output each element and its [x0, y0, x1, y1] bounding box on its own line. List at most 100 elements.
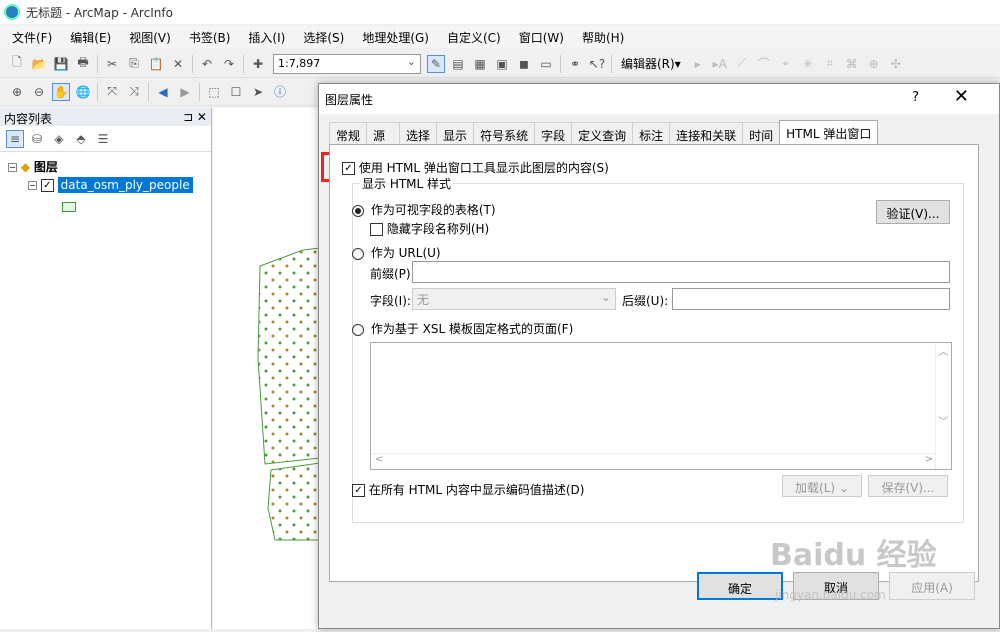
save-button[interactable]: 保存(V)...	[868, 475, 948, 497]
menu-selection[interactable]: 选择(S)	[303, 29, 344, 46]
edit-vertices-icon[interactable]: ⌗	[821, 55, 839, 73]
layer-item[interactable]: − ✓ data_osm_ply_people	[28, 177, 193, 193]
layers-group[interactable]: − ◆ 图层	[8, 158, 58, 175]
menu-edit[interactable]: 编辑(E)	[70, 29, 111, 46]
edit-tool-icon[interactable]: ▸	[689, 55, 707, 73]
menu-help[interactable]: 帮助(H)	[582, 29, 624, 46]
new-document-icon[interactable]: 🗋	[8, 55, 26, 73]
xsl-template-textarea[interactable]: ︿ ﹀ < >	[370, 342, 952, 470]
tab-joins-relates[interactable]: 连接和关联	[669, 122, 744, 144]
list-by-drawing-order-icon[interactable]: ≡	[6, 129, 24, 148]
save-icon[interactable]: 💾	[52, 55, 70, 73]
url-radio[interactable]	[352, 247, 364, 260]
python-icon[interactable]: ▭	[537, 55, 555, 73]
print-icon[interactable]: 🖶	[74, 55, 92, 73]
xsl-radio[interactable]	[352, 323, 364, 336]
verify-button[interactable]: 验证(V)...	[876, 200, 950, 224]
clear-selection-icon[interactable]: ☐	[227, 83, 245, 101]
model-builder-icon[interactable]: ⚭	[566, 55, 584, 73]
split-icon[interactable]: ✣	[887, 55, 905, 73]
point-icon[interactable]: ✳	[799, 55, 817, 73]
options-icon[interactable]: ☰	[94, 130, 112, 148]
layer-name[interactable]: data_osm_ply_people	[57, 177, 193, 193]
whats-this-icon[interactable]: ↖?	[588, 55, 606, 73]
apply-button[interactable]: 应用(A)	[889, 572, 975, 600]
straight-segment-icon[interactable]: ⟋	[733, 55, 751, 73]
identify-icon[interactable]: ⓘ	[271, 83, 289, 101]
toc-pin-close[interactable]: ⊐ ✕	[183, 110, 207, 124]
vertical-scrollbar[interactable]: ︿ ﹀	[935, 343, 951, 469]
close-button[interactable]: ✕	[954, 86, 969, 107]
menu-file[interactable]: 文件(F)	[12, 29, 52, 46]
suffix-input[interactable]	[672, 288, 950, 310]
redo-icon[interactable]: ↷	[220, 55, 238, 73]
collapse-icon[interactable]: −	[28, 181, 37, 190]
tab-display[interactable]: 显示	[436, 122, 475, 144]
use-html-popup-checkbox[interactable]: ✓	[342, 162, 355, 175]
search-window-icon[interactable]: ▣	[493, 55, 511, 73]
list-by-visibility-icon[interactable]: ◈	[50, 130, 68, 148]
load-button[interactable]: 加载(L) ⌄	[782, 475, 862, 497]
edit-annotation-icon[interactable]: ▸A	[711, 55, 729, 73]
layer-visibility-checkbox[interactable]: ✓	[40, 179, 54, 192]
list-by-source-icon[interactable]: ⛁	[28, 130, 46, 148]
tab-labels[interactable]: 标注	[632, 122, 671, 144]
tab-time[interactable]: 时间	[742, 122, 781, 144]
editor-menu[interactable]: 编辑器(R)▾	[621, 55, 681, 72]
forward-arrow-icon[interactable]: ▶	[176, 83, 194, 101]
editor-toolbar-icon[interactable]: ✎	[427, 54, 445, 73]
ok-button[interactable]: 确定	[697, 572, 783, 600]
hide-field-names-checkbox[interactable]	[370, 223, 383, 236]
map-view[interactable]	[213, 108, 321, 629]
tab-general[interactable]: 常规	[329, 122, 368, 144]
tab-source[interactable]: 源	[366, 122, 401, 144]
hide-field-names-option[interactable]: 隐藏字段名称列(H)	[370, 220, 489, 237]
tab-definition-query[interactable]: 定义查询	[571, 122, 634, 144]
menu-view[interactable]: 视图(V)	[129, 29, 171, 46]
menu-geoprocessing[interactable]: 地理处理(G)	[362, 29, 429, 46]
list-by-selection-icon[interactable]: ⬘	[72, 130, 90, 148]
table-icon[interactable]: ▤	[449, 55, 467, 73]
collapse-icon[interactable]: −	[8, 163, 17, 172]
table-radio[interactable]	[352, 204, 364, 217]
delete-icon[interactable]: ✕	[169, 55, 187, 73]
menu-customize[interactable]: 自定义(C)	[447, 29, 501, 46]
fixed-zoom-in-icon[interactable]: ⤧	[103, 83, 121, 101]
arctoolbox-icon[interactable]: ◼	[515, 55, 533, 73]
menu-windows[interactable]: 窗口(W)	[519, 29, 564, 46]
cut-polygon-icon[interactable]: ⊕	[865, 55, 883, 73]
trace-icon[interactable]: ⌖	[777, 55, 795, 73]
open-folder-icon[interactable]: 📂	[30, 55, 48, 73]
zoom-out-icon[interactable]: ⊖	[30, 83, 48, 101]
zoom-in-icon[interactable]: ⊕	[8, 83, 26, 101]
tab-selection[interactable]: 选择	[399, 122, 438, 144]
prefix-input[interactable]	[412, 261, 950, 283]
cut-icon[interactable]: ✂	[103, 55, 121, 73]
arc-segment-icon[interactable]: ⌒	[755, 55, 773, 73]
xsl-option[interactable]: 作为基于 XSL 模板固定格式的页面(F)	[352, 320, 573, 337]
add-data-icon[interactable]: ✚	[249, 55, 267, 73]
full-extent-icon[interactable]: 🌐	[74, 83, 92, 101]
tab-symbology[interactable]: 符号系统	[473, 122, 536, 144]
reshape-icon[interactable]: ⌘	[843, 55, 861, 73]
tab-html-popup[interactable]: HTML 弹出窗口	[779, 120, 879, 144]
menu-insert[interactable]: 插入(I)	[248, 29, 285, 46]
pan-hand-icon[interactable]: ✋	[52, 82, 70, 101]
catalog-icon[interactable]: ▦	[471, 55, 489, 73]
fixed-zoom-out-icon[interactable]: ⤨	[125, 83, 143, 101]
url-option[interactable]: 作为 URL(U)	[352, 244, 441, 261]
horizontal-scrollbar[interactable]: < >	[371, 453, 937, 469]
tab-fields[interactable]: 字段	[534, 122, 573, 144]
select-features-icon[interactable]: ⬚	[205, 83, 223, 101]
table-option[interactable]: 作为可视字段的表格(T)	[352, 201, 496, 218]
menu-bookmarks[interactable]: 书签(B)	[189, 29, 231, 46]
show-coded-values-option[interactable]: ✓ 在所有 HTML 内容中显示编码值描述(D)	[352, 481, 584, 498]
use-html-popup-option[interactable]: ✓ 使用 HTML 弹出窗口工具显示此图层的内容(S)	[342, 159, 609, 176]
help-button[interactable]: ?	[912, 90, 919, 105]
paste-icon[interactable]: 📋	[147, 55, 165, 73]
field-select[interactable]: 无 ⌄	[412, 288, 616, 310]
select-elements-icon[interactable]: ➤	[249, 83, 267, 101]
show-coded-values-checkbox[interactable]: ✓	[352, 484, 365, 497]
back-arrow-icon[interactable]: ◀	[154, 83, 172, 101]
copy-icon[interactable]: ⎘	[125, 55, 143, 73]
